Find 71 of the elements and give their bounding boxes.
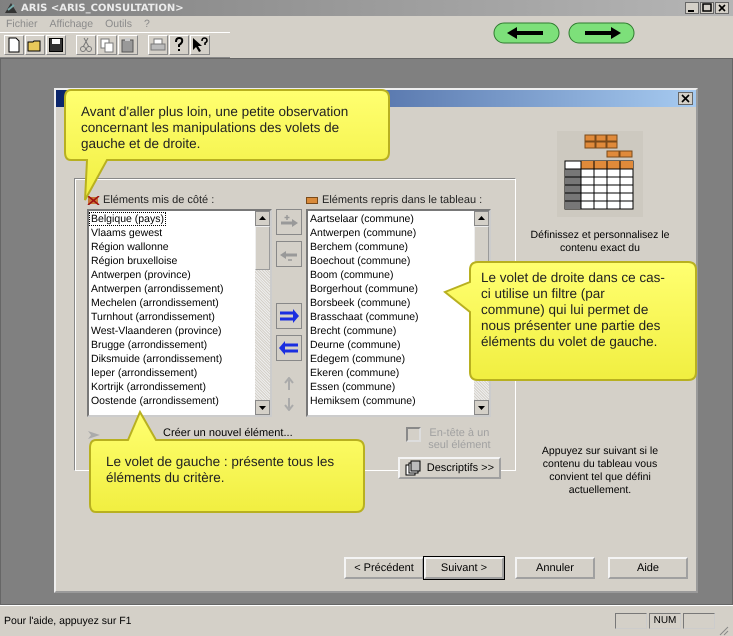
maximize-icon[interactable] — [700, 2, 714, 14]
pane-label: Eléments repris dans le tableau : — [322, 194, 482, 206]
scissors-icon[interactable] — [78, 37, 94, 53]
status-indicator: NUM — [649, 613, 681, 629]
description-text: Définissez et personnalisez le contenu exact du — [530, 229, 670, 255]
dialog-button[interactable]: Aide — [608, 557, 688, 579]
list-item[interactable]: Diksmuide (arrondissement) — [89, 352, 224, 366]
list-item[interactable]: Brugge (arrondissement) — [89, 338, 210, 352]
resize-grip-icon[interactable] — [719, 626, 729, 636]
clipboard-icon[interactable] — [120, 37, 136, 53]
scroll-thumb[interactable] — [255, 226, 270, 270]
list-item[interactable]: Boechout (commune) — [308, 254, 412, 268]
app-logo-icon — [4, 2, 18, 14]
list-item[interactable]: Antwerpen (arrondissement) — [89, 282, 226, 296]
scroll-down-icon[interactable] — [255, 400, 270, 415]
copy-icon[interactable] — [99, 37, 115, 53]
pane-label: Eléments mis de côté : — [103, 194, 214, 206]
list-item[interactable]: Brecht (commune) — [308, 324, 398, 338]
status-pane — [615, 613, 647, 629]
list-item[interactable]: Hemiksem (commune) — [308, 394, 418, 408]
status-text: Pour l'aide, appuyez sur F1 — [4, 615, 132, 627]
dialog-button[interactable]: Annuler — [515, 557, 595, 579]
list-item[interactable]: Borgerhout (commune) — [308, 282, 420, 296]
scroll-up-icon[interactable] — [474, 211, 489, 226]
callout-text: Avant d'aller plus loin, une petite observation concernant les manipulations des volets de gauche et de droite. — [81, 104, 350, 152]
pointer-help-icon[interactable] — [192, 37, 208, 53]
list-item[interactable]: Essen (commune) — [308, 380, 398, 394]
list-item[interactable]: Aartselaar (commune) — [308, 212, 416, 226]
list-item[interactable]: Edegem (commune) — [308, 352, 408, 366]
hint-text: Appuyez sur suivant si le contenu du tableau vous convient tel que défini actuellement. — [540, 445, 660, 497]
close-icon[interactable] — [715, 2, 729, 14]
list-item[interactable]: Berchem (commune) — [308, 240, 410, 254]
list-item[interactable]: Ieper (arrondissement) — [89, 366, 200, 380]
list-item[interactable]: Kortrijk (arrondissement) — [89, 380, 208, 394]
list-item[interactable]: Antwerpen (province) — [89, 268, 193, 282]
callout-text: Le volet de gauche : présente tous les éléments du critère. — [106, 454, 336, 486]
list-item[interactable]: Belgique (pays) — [89, 212, 166, 226]
dialog-button[interactable]: < Précédent — [344, 557, 424, 579]
table-icon — [557, 131, 643, 217]
list-item[interactable]: Ekeren (commune) — [308, 366, 402, 380]
callout-text: Le volet de droite dans ce cas-ci utilise un filtre (par commune) qui lui permet de nous présenter une partie des éléments du volet de gauche. — [481, 270, 666, 350]
window-title: ARIS <ARIS_CONSULTATION> — [21, 2, 184, 14]
scroll-up-icon[interactable] — [255, 211, 270, 226]
list-item[interactable]: Région bruxelloise — [89, 254, 180, 268]
list-box[interactable] — [87, 209, 272, 417]
list-item[interactable]: Vlaams gewest — [89, 226, 164, 240]
status-pane — [683, 613, 715, 629]
list-item[interactable]: Oostende (arrondissement) — [89, 394, 221, 408]
list-item[interactable]: Mechelen (arrondissement) — [89, 296, 221, 310]
scrollbar[interactable] — [255, 211, 270, 415]
table-row-icon — [306, 196, 319, 204]
list-item[interactable]: Antwerpen (commune) — [308, 226, 418, 240]
list-item[interactable]: Turnhout (arrondissement) — [89, 310, 217, 324]
create-element-link[interactable]: Créer un nouvel élément... — [163, 427, 293, 439]
list-item[interactable]: Boom (commune) — [308, 268, 396, 282]
list-item[interactable]: West-Vlaanderen (province) — [89, 324, 224, 338]
forward-arrow-button[interactable] — [568, 22, 635, 44]
documents-icon — [404, 460, 421, 476]
back-arrow-button[interactable] — [493, 22, 560, 44]
printer-icon[interactable] — [150, 37, 166, 53]
descriptions-button[interactable]: Descriptifs >> — [398, 457, 501, 479]
scroll-down-icon[interactable] — [474, 400, 489, 415]
close-icon[interactable] — [678, 92, 693, 105]
new-file-icon[interactable] — [6, 37, 22, 53]
list-item[interactable]: Deurne (commune) — [308, 338, 402, 352]
save-icon[interactable] — [48, 37, 64, 53]
dialog-button[interactable]: Suivant > — [424, 557, 504, 579]
list-item[interactable]: Brasschaat (commune) — [308, 310, 421, 324]
list-item[interactable]: Région wallonne — [89, 240, 171, 254]
list-item[interactable]: Borsbeek (commune) — [308, 296, 412, 310]
minimize-icon[interactable] — [685, 2, 699, 14]
